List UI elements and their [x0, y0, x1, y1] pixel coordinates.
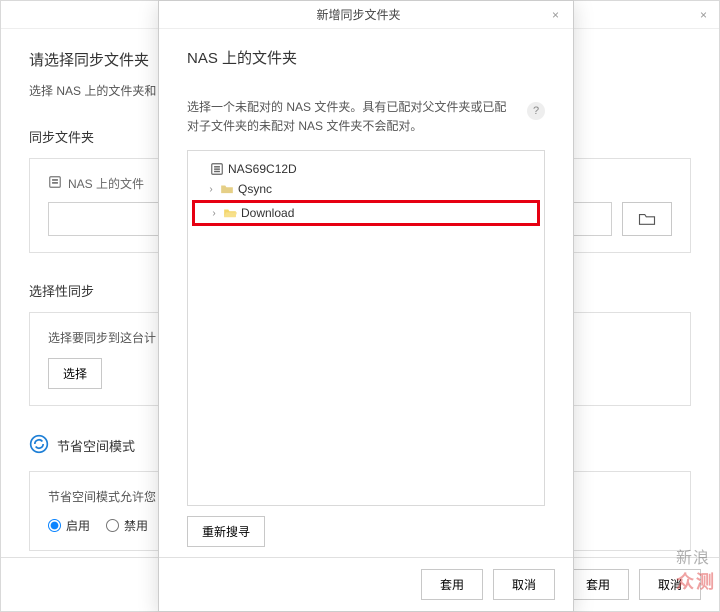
tree-item-download[interactable]: › Download [192, 200, 540, 226]
tree-root-label: NAS69C12D [228, 162, 297, 176]
disable-radio-label: 禁用 [124, 517, 148, 534]
rescan-button[interactable]: 重新搜寻 [187, 516, 265, 547]
tree-item-label: Qsync [238, 182, 272, 196]
select-button[interactable]: 选择 [48, 358, 102, 389]
folder-tree[interactable]: NAS69C12D › Qsync › Download [187, 150, 545, 506]
folder-open-icon [223, 207, 237, 219]
enable-radio-label: 启用 [66, 517, 90, 534]
folder-closed-icon [220, 183, 234, 195]
enable-radio[interactable]: 启用 [48, 517, 90, 534]
disable-radio[interactable]: 禁用 [106, 517, 148, 534]
folder-icon [638, 212, 656, 226]
tree-item-label: Download [241, 206, 294, 220]
bg-apply-button[interactable]: 套用 [567, 569, 629, 600]
browse-button[interactable] [622, 202, 672, 236]
chevron-right-icon[interactable]: › [206, 184, 216, 195]
tree-root[interactable]: NAS69C12D [192, 159, 540, 179]
sync-mode-icon [29, 434, 49, 457]
bg-cancel-button[interactable]: 取消 [639, 569, 701, 600]
modal-title: 新增同步文件夹 [169, 6, 548, 23]
modal-titlebar: 新增同步文件夹 × [159, 1, 573, 29]
modal-heading: NAS 上的文件夹 [187, 47, 545, 68]
folder-picker-modal: 新增同步文件夹 × NAS 上的文件夹 选择一个未配对的 NAS 文件夹。具有已… [158, 0, 574, 612]
modal-close-button[interactable]: × [548, 8, 563, 22]
tree-item-qsync[interactable]: › Qsync [192, 179, 540, 199]
space-mode-label: 节省空间模式 [57, 436, 135, 455]
modal-description: 选择一个未配对的 NAS 文件夹。具有已配对父文件夹或已配对子文件夹的未配对 N… [187, 98, 517, 136]
enable-radio-input[interactable] [48, 519, 61, 532]
nas-root-icon [210, 162, 224, 176]
modal-cancel-button[interactable]: 取消 [493, 569, 555, 600]
chevron-right-icon[interactable]: › [209, 208, 219, 219]
disable-radio-input[interactable] [106, 519, 119, 532]
nas-folder-label: NAS 上的文件 [68, 175, 144, 192]
modal-apply-button[interactable]: 套用 [421, 569, 483, 600]
nas-device-icon [48, 175, 62, 192]
help-icon[interactable]: ? [527, 102, 545, 120]
modal-footer: 套用 取消 [159, 557, 573, 611]
bg-close-icon[interactable]: × [700, 8, 707, 22]
